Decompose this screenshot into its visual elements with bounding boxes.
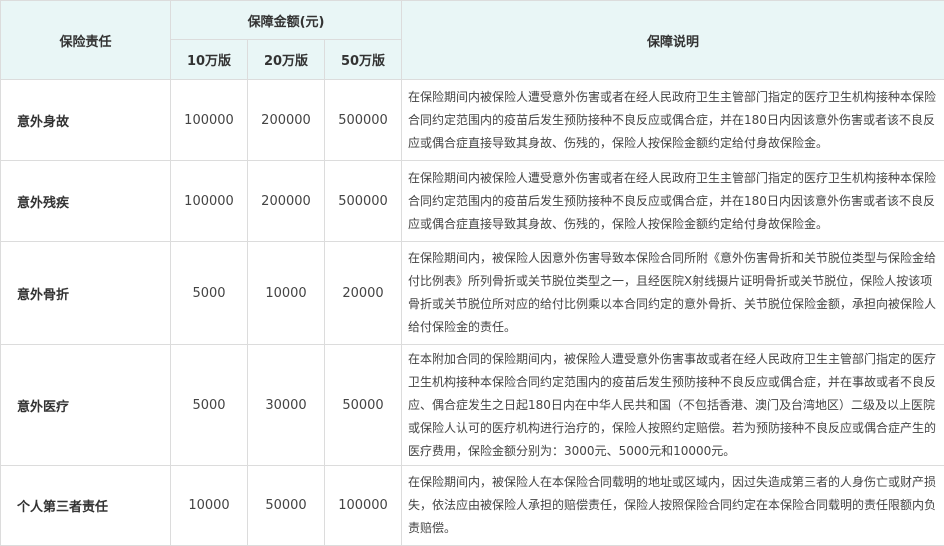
amount-cell: 500000 xyxy=(325,80,402,161)
row-name: 意外骨折 xyxy=(1,242,171,345)
header-description: 保障说明 xyxy=(402,1,944,80)
row-name: 意外残疾 xyxy=(1,161,171,242)
table-row: 意外残疾 100000 200000 500000 在保险期间内被保险人遭受意外… xyxy=(1,161,944,242)
amount-cell: 10000 xyxy=(171,466,248,546)
description-cell: 在保险期间内被保险人遭受意外伤害或者在经人民政府卫生主管部门指定的医疗卫生机构接… xyxy=(402,161,944,242)
amount-cell: 30000 xyxy=(248,345,325,466)
amount-cell: 200000 xyxy=(248,161,325,242)
amount-cell: 200000 xyxy=(248,80,325,161)
table-row: 意外身故 100000 200000 500000 在保险期间内被保险人遭受意外… xyxy=(1,80,944,161)
header-plan-50w: 50万版 xyxy=(325,40,402,80)
description-cell: 在本附加合同的保险期间内，被保险人遭受意外伤害事故或者在经人民政府卫生主管部门指… xyxy=(402,345,944,466)
table-row: 意外医疗 5000 30000 50000 在本附加合同的保险期间内，被保险人遭… xyxy=(1,345,944,466)
amount-cell: 100000 xyxy=(325,466,402,546)
amount-cell: 50000 xyxy=(248,466,325,546)
description-cell: 在保险期间内被保险人遭受意外伤害或者在经人民政府卫生主管部门指定的医疗卫生机构接… xyxy=(402,80,944,161)
amount-cell: 10000 xyxy=(248,242,325,345)
row-name: 意外身故 xyxy=(1,80,171,161)
header-plan-20w: 20万版 xyxy=(248,40,325,80)
description-cell: 在保险期间内，被保险人因意外伤害导致本保险合同所附《意外伤害骨折和关节脱位类型与… xyxy=(402,242,944,345)
table-row: 个人第三者责任 10000 50000 100000 在保险期间内，被保险人在本… xyxy=(1,466,944,546)
amount-cell: 20000 xyxy=(325,242,402,345)
header-plan-10w: 10万版 xyxy=(171,40,248,80)
coverage-table: 保险责任 保障金额(元) 保障说明 10万版 20万版 50万版 意外身故 10… xyxy=(0,0,944,546)
header-amount-group: 保障金额(元) xyxy=(171,1,402,40)
description-cell: 在保险期间内，被保险人在本保险合同载明的地址或区域内，因过失造成第三者的人身伤亡… xyxy=(402,466,944,546)
amount-cell: 5000 xyxy=(171,242,248,345)
amount-cell: 100000 xyxy=(171,80,248,161)
amount-cell: 50000 xyxy=(325,345,402,466)
row-name: 个人第三者责任 xyxy=(1,466,171,546)
table-row: 意外骨折 5000 10000 20000 在保险期间内，被保险人因意外伤害导致… xyxy=(1,242,944,345)
header-category: 保险责任 xyxy=(1,1,171,80)
amount-cell: 5000 xyxy=(171,345,248,466)
amount-cell: 500000 xyxy=(325,161,402,242)
amount-cell: 100000 xyxy=(171,161,248,242)
row-name: 意外医疗 xyxy=(1,345,171,466)
